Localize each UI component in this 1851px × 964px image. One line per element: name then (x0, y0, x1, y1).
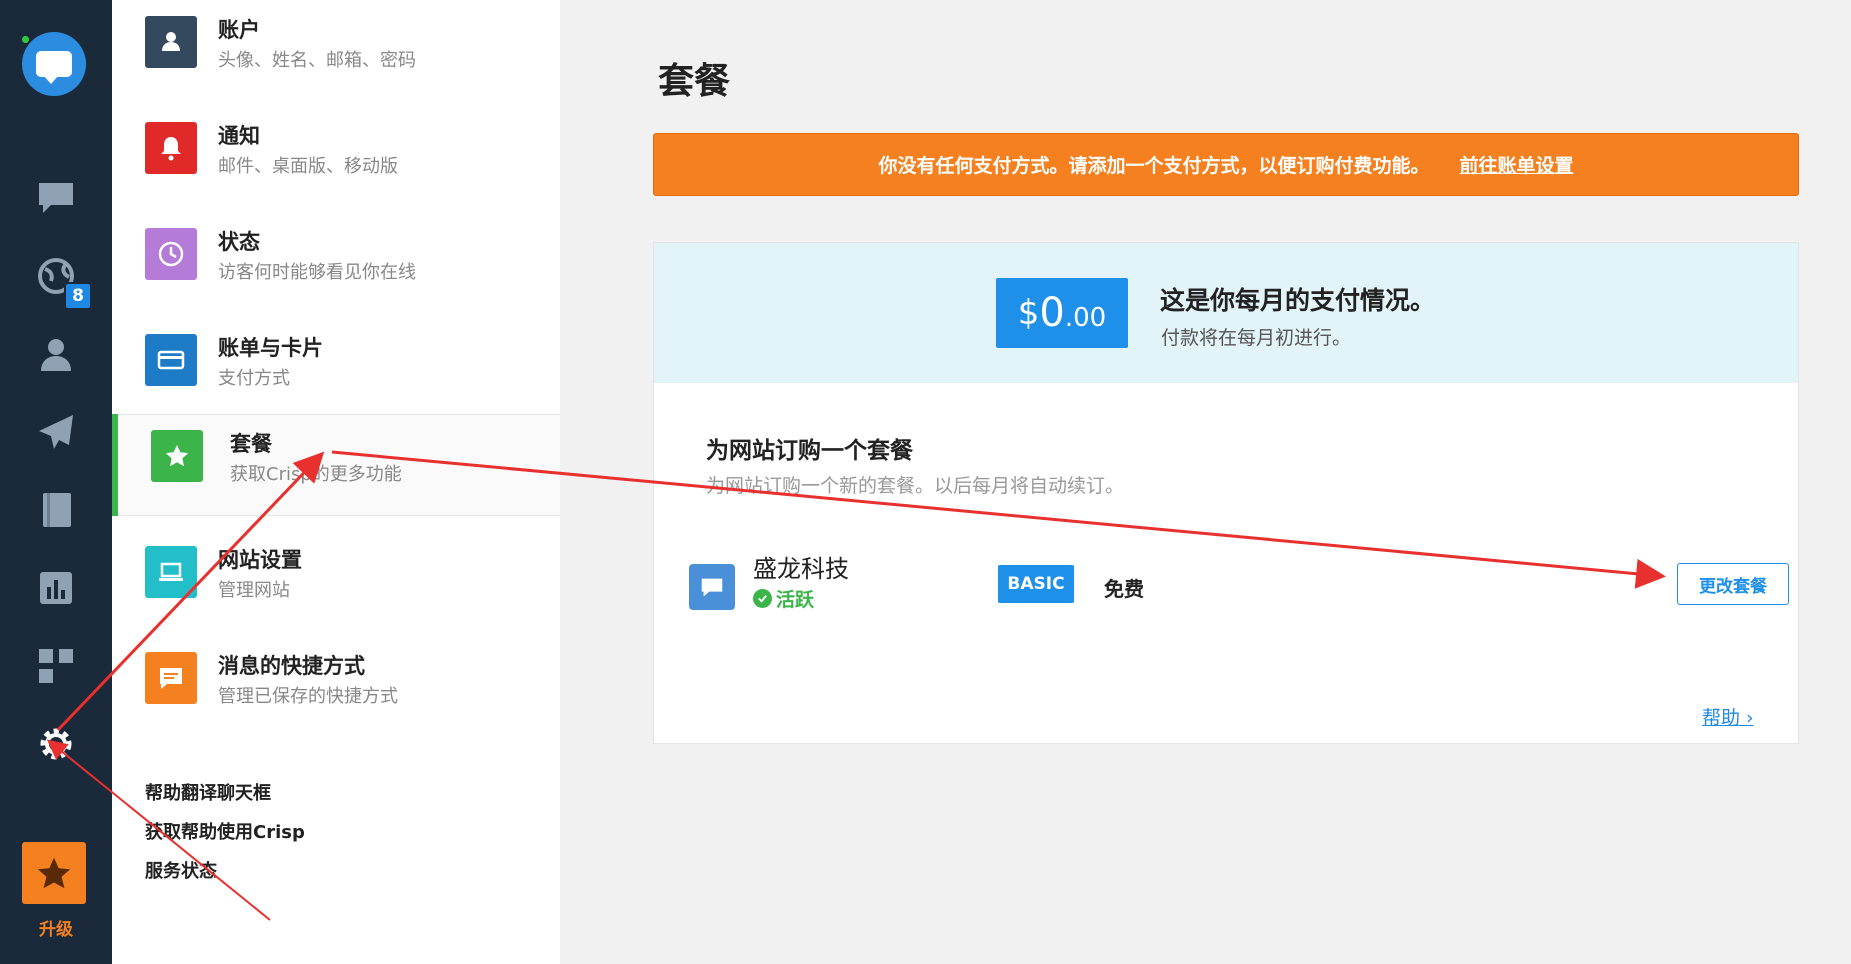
message-icon (145, 652, 197, 704)
globe-visitors-icon[interactable] (0, 246, 112, 306)
settings-item-shortcuts[interactable]: 消息的快捷方式 管理已保存的快捷方式 (112, 636, 560, 738)
alert-text: 你没有任何支付方式。请添加一个支付方式，以便订购付费功能。 (878, 155, 1430, 177)
plans-heading: 为网站订购一个套餐 (706, 438, 913, 464)
page-title: 套餐 (658, 61, 731, 102)
helpdesk-book-icon[interactable] (0, 480, 112, 540)
settings-item-title: 消息的快捷方式 (218, 654, 365, 678)
star-icon (37, 857, 71, 889)
plan-price: 免费 (1104, 577, 1144, 601)
payment-subtitle: 付款将在每月初进行。 (1161, 327, 1352, 349)
settings-item-subtitle: 访客何时能够看见你在线 (218, 262, 416, 283)
visitors-count-badge: 8 (64, 282, 92, 310)
bell-icon (145, 122, 197, 174)
settings-item-billing[interactable]: 账单与卡片 支付方式 (112, 318, 560, 420)
settings-item-subtitle: 管理网站 (218, 580, 290, 601)
clock-icon (145, 228, 197, 280)
crisp-logo-icon[interactable] (22, 32, 86, 96)
settings-item-title: 账户 (218, 18, 260, 42)
user-icon (145, 16, 197, 68)
settings-item-subtitle: 支付方式 (218, 368, 290, 389)
settings-item-plans[interactable]: 套餐 获取Crisp的更多功能 (112, 414, 560, 516)
plans-description: 为网站订购一个新的套餐。以后每月将自动续订。 (706, 475, 1125, 497)
help-link[interactable]: 帮助 › (1702, 703, 1754, 730)
icon-rail: 8 升级 (0, 0, 112, 964)
campaigns-send-icon[interactable] (0, 402, 112, 462)
price-amount: 0 (1039, 290, 1065, 336)
settings-item-title: 通知 (218, 124, 260, 148)
chat-icon[interactable] (0, 168, 112, 228)
contacts-icon[interactable] (0, 324, 112, 384)
settings-item-account[interactable]: 账户 头像、姓名、邮箱、密码 (112, 0, 560, 102)
price-currency: $ (1017, 293, 1040, 333)
plans-card: $ 0 .00 这是你每月的支付情况。 付款将在每月初进行。 为网站订购一个套餐… (653, 242, 1799, 744)
credit-card-icon (145, 334, 197, 386)
check-circle-icon (753, 589, 772, 608)
settings-footer-links: 帮助翻译聊天框 获取帮助使用Crisp 服务状态 (145, 774, 305, 891)
analytics-icon[interactable] (0, 558, 112, 618)
service-status-link[interactable]: 服务状态 (145, 852, 305, 891)
settings-item-title: 网站设置 (218, 548, 302, 572)
website-plan-row: 盛龙科技 活跃 BASIC 免费 更改套餐 (689, 543, 1789, 613)
settings-item-subtitle: 管理已保存的快捷方式 (218, 686, 398, 707)
settings-gear-icon[interactable] (0, 714, 112, 774)
upgrade-button[interactable] (22, 842, 86, 904)
settings-item-title: 套餐 (230, 432, 272, 456)
settings-item-availability[interactable]: 状态 访客何时能够看见你在线 (112, 212, 560, 314)
online-status-dot (20, 34, 31, 45)
website-status: 活跃 (753, 585, 814, 612)
settings-item-websites[interactable]: 网站设置 管理网站 (112, 530, 560, 632)
help-translate-link[interactable]: 帮助翻译聊天框 (145, 774, 305, 813)
settings-item-title: 账单与卡片 (218, 336, 323, 360)
website-status-label: 活跃 (776, 589, 815, 611)
website-chat-icon (689, 564, 735, 610)
price-cents: .00 (1064, 303, 1107, 333)
star-icon (151, 430, 203, 482)
payment-summary: $ 0 .00 这是你每月的支付情况。 付款将在每月初进行。 (654, 243, 1798, 383)
change-plan-button[interactable]: 更改套餐 (1677, 563, 1789, 605)
settings-item-subtitle: 获取Crisp的更多功能 (230, 464, 402, 485)
settings-item-notifications[interactable]: 通知 邮件、桌面版、移动版 (112, 106, 560, 208)
laptop-icon (145, 546, 197, 598)
upgrade-label: 升级 (39, 920, 73, 940)
settings-item-title: 状态 (218, 230, 260, 254)
settings-menu: 账户 头像、姓名、邮箱、密码 通知 邮件、桌面版、移动版 状态 访客何时能够看见… (112, 0, 560, 964)
plan-badge: BASIC (998, 565, 1074, 603)
get-help-link[interactable]: 获取帮助使用Crisp (145, 813, 305, 852)
settings-item-subtitle: 邮件、桌面版、移动版 (218, 156, 398, 177)
monthly-price-box: $ 0 .00 (996, 278, 1128, 348)
payment-title: 这是你每月的支付情况。 (1160, 286, 1436, 315)
website-name: 盛龙科技 (753, 555, 849, 583)
settings-item-subtitle: 头像、姓名、邮箱、密码 (218, 50, 416, 71)
billing-settings-link[interactable]: 前往账单设置 (1460, 151, 1574, 178)
no-payment-alert: 你没有任何支付方式。请添加一个支付方式，以便订购付费功能。 前往账单设置 (653, 133, 1799, 196)
plugins-icon[interactable] (0, 636, 112, 696)
